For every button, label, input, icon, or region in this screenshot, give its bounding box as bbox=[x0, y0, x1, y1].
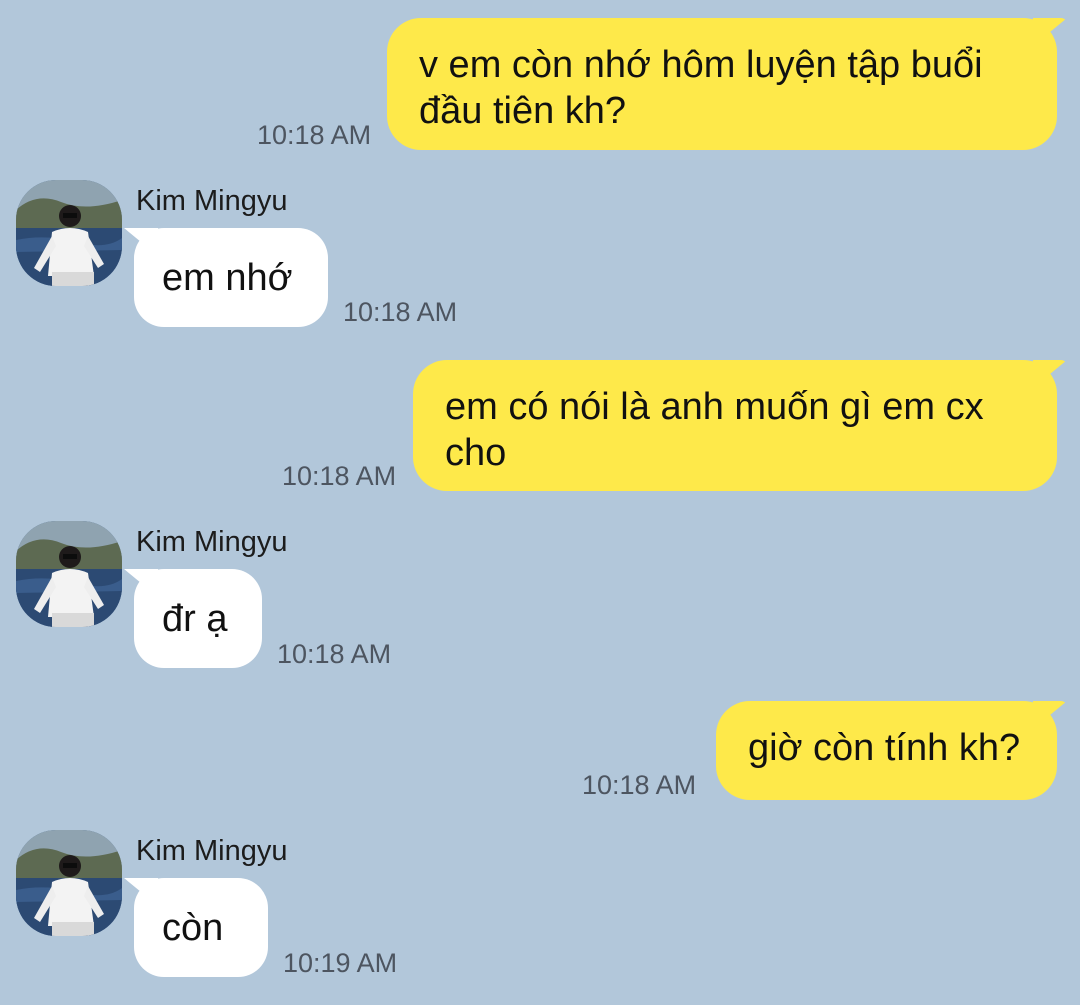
outgoing-message-bubble[interactable]: giờ còn tính kh? bbox=[716, 701, 1057, 800]
message-text: đr ạ bbox=[162, 598, 228, 640]
message-text: còn bbox=[162, 907, 224, 949]
sender-avatar[interactable] bbox=[16, 830, 122, 936]
incoming-message-bubble[interactable]: đr ạ bbox=[134, 569, 262, 668]
message-timestamp: 10:18 AM bbox=[277, 639, 392, 669]
outgoing-message-bubble[interactable]: em có nói là anh muốn gì em cx cho bbox=[413, 360, 1057, 491]
chat-thread: v em còn nhớ hôm luyện tập buổi đầu tiên… bbox=[0, 0, 1080, 1005]
avatar-photo-icon bbox=[16, 521, 122, 627]
message-text: v em còn nhớ hôm luyện tập buổi đầu tiên… bbox=[419, 44, 983, 132]
sender-name: Kim Mingyu bbox=[136, 835, 288, 867]
message-timestamp: 10:18 AM bbox=[582, 770, 697, 800]
incoming-message-bubble[interactable]: còn bbox=[134, 878, 268, 977]
sender-avatar[interactable] bbox=[16, 521, 122, 627]
sender-avatar[interactable] bbox=[16, 180, 122, 286]
avatar-photo-icon bbox=[16, 180, 122, 286]
message-text: giờ còn tính kh? bbox=[748, 727, 1021, 769]
sender-name: Kim Mingyu bbox=[136, 526, 288, 558]
message-timestamp: 10:18 AM bbox=[343, 297, 458, 327]
avatar-photo-icon bbox=[16, 830, 122, 936]
message-text: em có nói là anh muốn gì em cx cho bbox=[445, 386, 984, 474]
message-timestamp: 10:19 AM bbox=[283, 948, 398, 978]
message-timestamp: 10:18 AM bbox=[257, 120, 372, 150]
sender-name: Kim Mingyu bbox=[136, 185, 288, 217]
incoming-message-bubble[interactable]: em nhớ bbox=[134, 228, 328, 327]
message-timestamp: 10:18 AM bbox=[282, 461, 397, 491]
outgoing-message-bubble[interactable]: v em còn nhớ hôm luyện tập buổi đầu tiên… bbox=[387, 18, 1057, 150]
message-text: em nhớ bbox=[162, 257, 293, 299]
